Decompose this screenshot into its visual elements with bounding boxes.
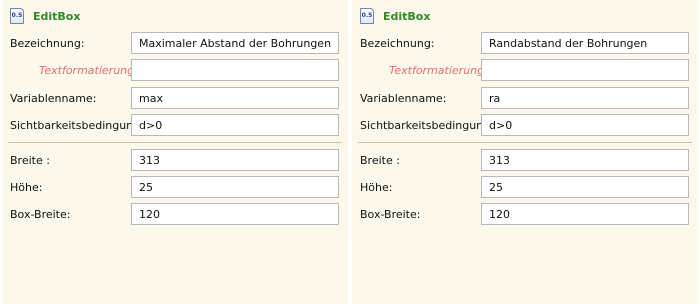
sichtbarkeitsbedingung-input[interactable]: d>0 <box>481 114 689 136</box>
label-bezeichnung: Bezeichnung: <box>10 37 85 50</box>
editbox-doc-icon: 0.5 <box>360 8 374 24</box>
field-row-box-breite: Box-Breite: 120 <box>2 203 348 227</box>
field-row-sichtbarkeitsbedingung: Sichtbarkeitsbedingung: d>0 <box>352 114 698 138</box>
bezeichnung-input[interactable]: Randabstand der Bohrungen <box>481 32 689 54</box>
hoehe-input[interactable]: 25 <box>131 176 339 198</box>
field-row-box-breite: Box-Breite: 120 <box>352 203 698 227</box>
label-hoehe: Höhe: <box>360 181 393 194</box>
field-row-variablenname: Variablenname: max <box>2 87 348 111</box>
label-textformatierung: Textformatierung: <box>389 64 488 77</box>
label-variablenname: Variablenname: <box>10 92 97 105</box>
field-row-hoehe: Höhe: 25 <box>2 176 348 200</box>
panel-title: EditBox <box>383 9 431 23</box>
field-row-bezeichnung: Bezeichnung: Randabstand der Bohrungen <box>352 32 698 56</box>
field-row-textformatierung: Textformatierung: <box>352 59 698 83</box>
editbox-panel-2: 0.5 EditBox Bezeichnung: Randabstand der… <box>352 0 698 304</box>
panel-header: 0.5 EditBox <box>10 7 80 25</box>
field-row-breite: Breite : 313 <box>352 149 698 173</box>
section-divider <box>358 142 692 143</box>
breite-input[interactable]: 313 <box>131 149 339 171</box>
sichtbarkeitsbedingung-input[interactable]: d>0 <box>131 114 339 136</box>
textformatierung-input[interactable] <box>481 59 689 81</box>
section-divider <box>8 142 342 143</box>
label-breite: Breite : <box>10 154 50 167</box>
box-breite-input[interactable]: 120 <box>481 203 689 225</box>
breite-input[interactable]: 313 <box>481 149 689 171</box>
textformatierung-input[interactable] <box>131 59 339 81</box>
editbox-panel-1: 0.5 EditBox Bezeichnung: Maximaler Absta… <box>2 0 348 304</box>
bezeichnung-input[interactable]: Maximaler Abstand der Bohrungen <box>131 32 339 54</box>
field-row-breite: Breite : 313 <box>2 149 348 173</box>
label-breite: Breite : <box>360 154 400 167</box>
panel-title: EditBox <box>33 9 81 23</box>
field-row-textformatierung: Textformatierung: <box>2 59 348 83</box>
label-box-breite: Box-Breite: <box>10 208 71 221</box>
label-sichtbarkeitsbedingung: Sichtbarkeitsbedingung: <box>10 119 144 132</box>
hoehe-input[interactable]: 25 <box>481 176 689 198</box>
label-bezeichnung: Bezeichnung: <box>360 37 435 50</box>
editbox-doc-icon: 0.5 <box>10 8 24 24</box>
variablenname-input[interactable]: ra <box>481 87 689 109</box>
label-box-breite: Box-Breite: <box>360 208 421 221</box>
field-row-sichtbarkeitsbedingung: Sichtbarkeitsbedingung: d>0 <box>2 114 348 138</box>
variablenname-input[interactable]: max <box>131 87 339 109</box>
panel-header: 0.5 EditBox <box>360 7 430 25</box>
field-row-variablenname: Variablenname: ra <box>352 87 698 111</box>
label-hoehe: Höhe: <box>10 181 43 194</box>
field-row-bezeichnung: Bezeichnung: Maximaler Abstand der Bohru… <box>2 32 348 56</box>
box-breite-input[interactable]: 120 <box>131 203 339 225</box>
label-textformatierung: Textformatierung: <box>39 64 138 77</box>
label-sichtbarkeitsbedingung: Sichtbarkeitsbedingung: <box>360 119 494 132</box>
label-variablenname: Variablenname: <box>360 92 447 105</box>
field-row-hoehe: Höhe: 25 <box>352 176 698 200</box>
